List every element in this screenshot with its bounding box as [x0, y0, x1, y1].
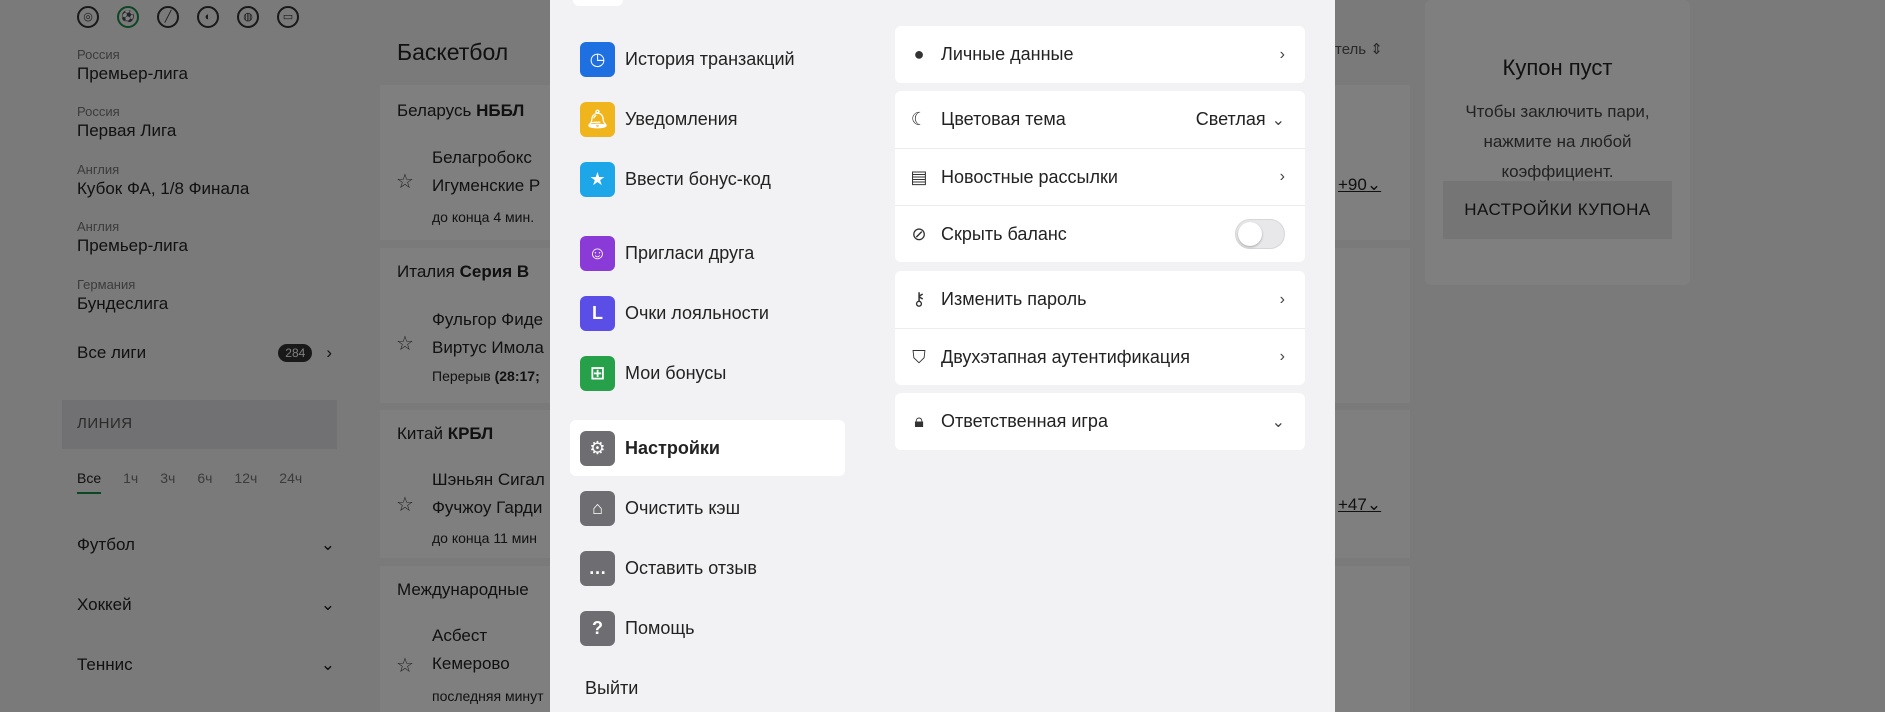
chevron-down-icon: ⌄ [1271, 111, 1285, 129]
row-label: Цветовая тема [941, 109, 1066, 129]
lock-icon: 🔒︎ [914, 411, 924, 431]
ticket-icon: ★ [580, 161, 615, 197]
friends-icon: ☺ [580, 235, 615, 271]
two-factor-row[interactable]: ⛉ Двухэтапная аутентификация › [895, 328, 1305, 385]
menu-item-label: Ввести бонус-код [625, 168, 771, 189]
personal-data-row[interactable]: ● Личные данные › [895, 26, 1305, 83]
menu-item-invite-friend[interactable]: ☺ Пригласи друга [570, 225, 845, 281]
menu-item-feedback[interactable]: … Оставить отзыв [570, 540, 845, 596]
loyalty-icon: L [580, 295, 615, 331]
menu-item-clear-cache[interactable]: ⌂ Очистить кэш [570, 480, 845, 536]
menu-item-bonus-code[interactable]: ★ Ввести бонус-код [570, 151, 845, 207]
responsible-gaming-row[interactable]: 🔒︎ Ответственная игра ⌄ [895, 393, 1305, 450]
settings-card-responsible: 🔒︎ Ответственная игра ⌄ [895, 393, 1305, 450]
modal-top-element [573, 0, 623, 6]
menu-item-help[interactable]: ? Помощь [570, 600, 845, 656]
chevron-down-icon: ⌄ [1271, 413, 1285, 431]
row-label: Скрыть баланс [941, 223, 1067, 244]
gear-icon: ⚙ [580, 430, 615, 466]
menu-item-label: Мои бонусы [625, 362, 727, 383]
chevron-right-icon: › [1279, 348, 1285, 365]
hide-balance-toggle[interactable] [1235, 219, 1285, 249]
menu-item-label: Очки лояльности [625, 302, 769, 323]
key-icon: ⚷ [912, 289, 926, 309]
account-modal: ◷ История транзакций 🔔︎ Уведомления ★ Вв… [550, 0, 1335, 712]
menu-item-label: Помощь [625, 617, 695, 638]
document-icon: ▤ [910, 166, 928, 187]
logout-button[interactable]: Выйти [585, 678, 638, 699]
menu-item-label: Очистить кэш [625, 497, 741, 518]
change-password-row[interactable]: ⚷ Изменить пароль › [895, 271, 1305, 328]
row-label: Личные данные [941, 44, 1074, 64]
menu-item-notifications[interactable]: 🔔︎ Уведомления [570, 91, 845, 147]
menu-item-label: Настройки [625, 437, 720, 458]
chevron-right-icon: › [1279, 290, 1285, 308]
clock-icon: ◷ [580, 41, 615, 77]
broom-icon: ⌂ [580, 490, 615, 526]
hide-balance-row: ⊘ Скрыть баланс [895, 205, 1305, 262]
row-label: Ответственная игра [941, 411, 1108, 431]
shield-icon: ⛉ [912, 346, 926, 367]
user-icon: ● [913, 44, 925, 64]
help-icon: ? [580, 610, 615, 646]
theme-value: Светлая [1195, 109, 1266, 129]
chat-icon: … [580, 550, 615, 586]
eye-off-icon: ⊘ [911, 223, 927, 244]
menu-item-label: История транзакций [625, 48, 795, 69]
row-label: Новостные рассылки [941, 166, 1118, 187]
settings-card-personal: ● Личные данные › [895, 26, 1305, 83]
bell-icon: 🔔︎ [580, 101, 615, 137]
gift-icon: ⊞ [580, 355, 615, 391]
moon-icon: ☾ [910, 109, 928, 129]
row-label: Двухэтапная аутентификация [941, 346, 1191, 367]
menu-item-loyalty[interactable]: L Очки лояльности [570, 285, 845, 341]
settings-card-security: ⚷ Изменить пароль › ⛉ Двухэтапная аутент… [895, 271, 1305, 385]
menu-item-label: Уведомления [625, 108, 738, 129]
menu-item-label: Пригласи друга [625, 242, 755, 263]
newsletters-row[interactable]: ▤ Новостные рассылки › [895, 148, 1305, 205]
menu-item-transactions[interactable]: ◷ История транзакций [570, 31, 845, 87]
color-theme-row[interactable]: ☾ Цветовая тема Светлая ⌄ [895, 91, 1305, 148]
row-label: Изменить пароль [941, 289, 1087, 309]
chevron-right-icon: › [1279, 45, 1285, 63]
settings-card-preferences: ☾ Цветовая тема Светлая ⌄ ▤ Новостные ра… [895, 91, 1305, 262]
chevron-right-icon: › [1279, 168, 1285, 185]
menu-item-label: Оставить отзыв [625, 557, 757, 578]
menu-item-settings[interactable]: ⚙ Настройки [570, 420, 845, 476]
menu-item-my-bonuses[interactable]: ⊞ Мои бонусы [570, 345, 845, 401]
